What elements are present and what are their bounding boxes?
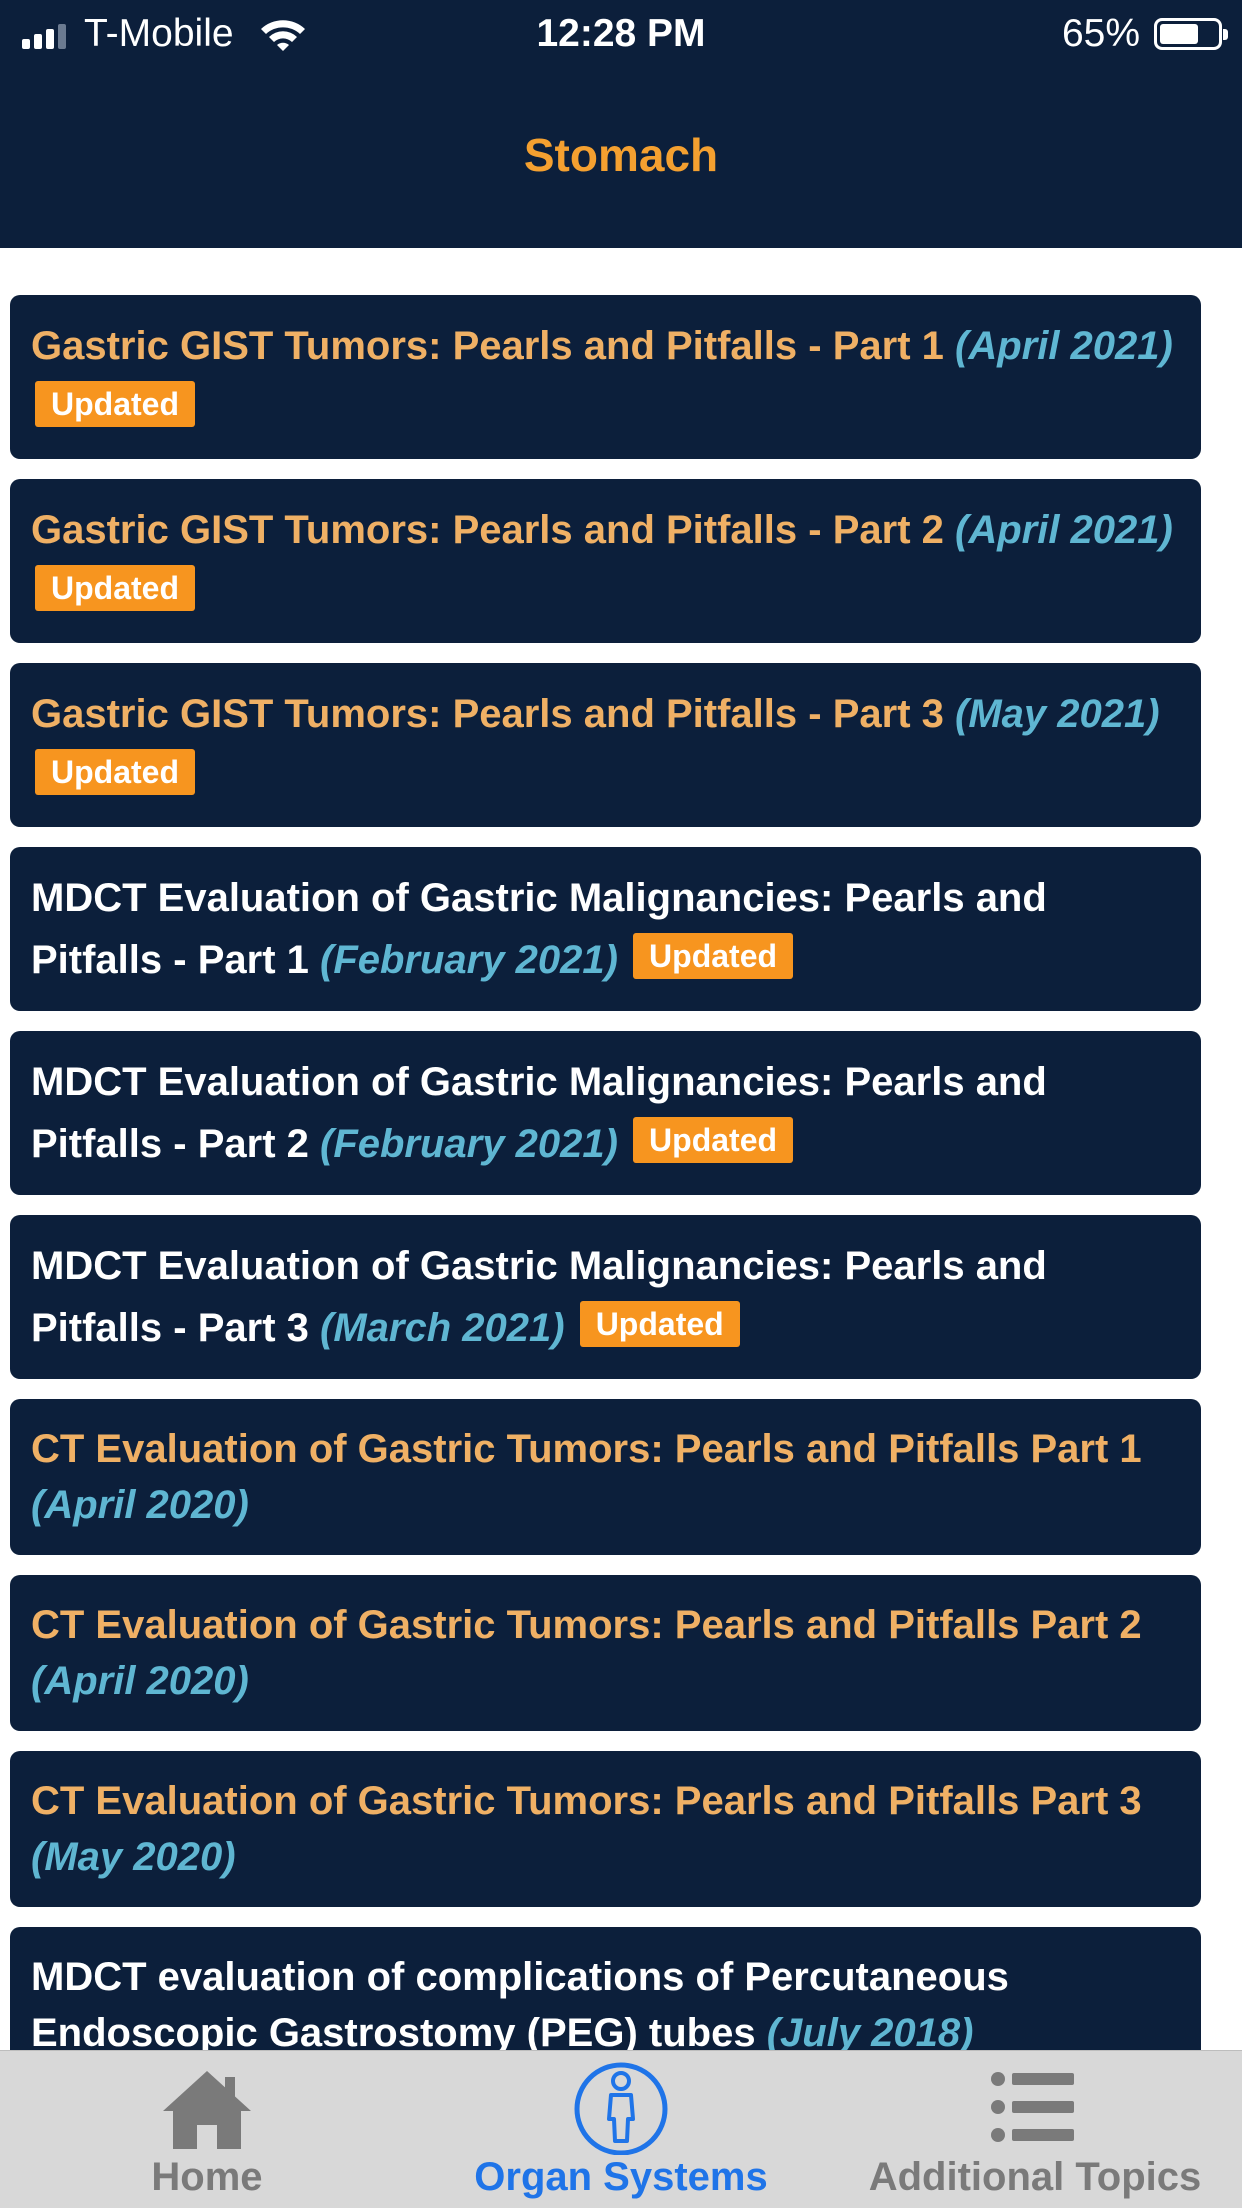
list-item[interactable]: MDCT Evaluation of Gastric Malignancies:… [10, 847, 1201, 1011]
list-item[interactable]: CT Evaluation of Gastric Tumors: Pearls … [10, 1575, 1201, 1731]
person-icon [574, 2062, 668, 2155]
home-icon [163, 2071, 251, 2149]
topic-list[interactable]: Gastric GIST Tumors: Pearls and Pitfalls… [0, 248, 1242, 2050]
list-item[interactable]: Gastric GIST Tumors: Pearls and Pitfalls… [10, 479, 1201, 643]
tab-additional-topics[interactable]: Additional Topics [845, 2051, 1225, 2208]
list-item-title: Gastric GIST Tumors: Pearls and Pitfalls… [31, 324, 944, 368]
navigation-header: T-Mobile 12:28 PM 65% Stomach [0, 0, 1242, 248]
list-item-date: (May 2021) [955, 692, 1160, 736]
list-item-title: Gastric GIST Tumors: Pearls and Pitfalls… [31, 508, 944, 552]
list-item-title: Gastric GIST Tumors: Pearls and Pitfalls… [31, 692, 944, 736]
list-item[interactable]: MDCT Evaluation of Gastric Malignancies:… [10, 1215, 1201, 1379]
tab-home[interactable]: Home [107, 2051, 307, 2208]
list-item-date: (February 2021) [320, 1122, 618, 1166]
list-item[interactable]: CT Evaluation of Gastric Tumors: Pearls … [10, 1751, 1201, 1907]
updated-badge: Updated [579, 1301, 740, 1347]
updated-badge: Updated [633, 933, 794, 979]
status-time: 12:28 PM [536, 12, 706, 55]
list-item[interactable]: Gastric GIST Tumors: Pearls and Pitfalls… [10, 663, 1201, 827]
status-bar: T-Mobile 12:28 PM 65% [0, 0, 1242, 66]
topic-list-inner: Gastric GIST Tumors: Pearls and Pitfalls… [0, 248, 1242, 2050]
list-item[interactable]: Gastric GIST Tumors: Pearls and Pitfalls… [10, 295, 1201, 459]
tab-additional-topics-label: Additional Topics [868, 2155, 1202, 2199]
tab-home-label: Home [151, 2155, 263, 2199]
battery-icon [1154, 18, 1228, 50]
tab-organ-systems-label: Organ Systems [474, 2155, 768, 2199]
list-item-date: (July 2018) [766, 2011, 974, 2050]
list-icon [991, 2072, 1074, 2142]
tab-bar: Home Organ Systems Additional Topics [0, 2050, 1242, 2208]
page-title: Stomach [523, 129, 719, 181]
list-item-date: (April 2021) [955, 324, 1173, 368]
list-item-date: (February 2021) [320, 938, 618, 982]
list-item[interactable]: MDCT evaluation of complications of Perc… [10, 1927, 1201, 2050]
list-item-date: (April 2021) [955, 508, 1173, 552]
updated-badge: Updated [35, 381, 195, 427]
list-item[interactable]: MDCT Evaluation of Gastric Malignancies:… [10, 1031, 1201, 1195]
list-item-date: (May 2020) [31, 1835, 236, 1879]
list-item-date: (March 2021) [320, 1306, 565, 1350]
updated-badge: Updated [35, 565, 195, 611]
updated-badge: Updated [35, 749, 195, 795]
list-item-date: (April 2020) [31, 1483, 249, 1527]
battery-percentage: 65% [1061, 12, 1140, 55]
app-screen: T-Mobile 12:28 PM 65% Stomach Gastric GI… [0, 0, 1242, 2208]
list-item-title: CT Evaluation of Gastric Tumors: Pearls … [31, 1779, 1142, 1823]
list-item-date: (April 2020) [31, 1659, 249, 1703]
list-item-title: CT Evaluation of Gastric Tumors: Pearls … [31, 1603, 1142, 1647]
list-item[interactable]: CT Evaluation of Gastric Tumors: Pearls … [10, 1399, 1201, 1555]
updated-badge: Updated [633, 1117, 794, 1163]
tab-organ-systems[interactable]: Organ Systems [440, 2051, 802, 2208]
status-right: 65% [1061, 12, 1228, 56]
list-item-title: CT Evaluation of Gastric Tumors: Pearls … [31, 1427, 1142, 1471]
